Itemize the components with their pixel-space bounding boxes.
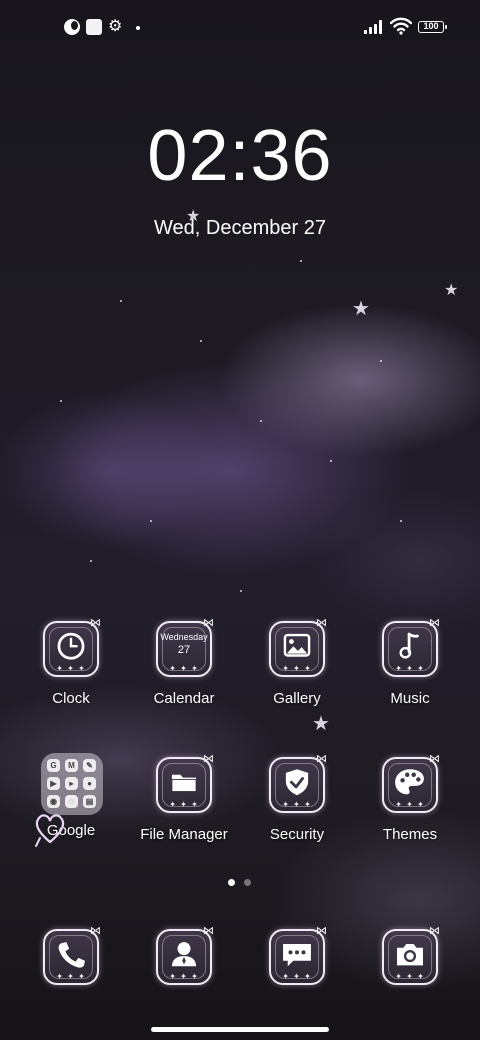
gallery-icon: ⋈ ✦ ✦ ✦ — [269, 618, 327, 677]
calendar-date: 27 — [177, 644, 191, 656]
app-clock[interactable]: ⋈ ✦ ✦ ✦ Clock — [16, 618, 126, 731]
app-label: Calendar — [153, 690, 215, 707]
camera-icon: ⋈ ✦ ✦ ✦ — [382, 926, 440, 985]
music-icon: ⋈ ✦ ✦ ✦ — [382, 618, 440, 677]
app-gallery[interactable]: ⋈ ✦ ✦ ✦ Gallery — [242, 618, 352, 731]
sparkle — [240, 590, 242, 592]
gear-icon: ⚙ — [108, 18, 123, 35]
google-folder-icon: G M ✎ ▶ ▸ ● ◉ ◌ ▤ — [41, 753, 103, 815]
folder-app-icon: M — [65, 759, 78, 772]
app-label: Security — [269, 826, 325, 843]
square-icon — [86, 19, 102, 35]
battery-icon: 100 — [418, 21, 447, 33]
folder-app-icon: ▶ — [47, 777, 60, 790]
signal-icon — [364, 20, 386, 34]
folder-app-icon: ● — [83, 777, 96, 790]
app-calendar[interactable]: ⋈ Wednesday 27 ✦ ✦ ✦ Calendar — [129, 618, 239, 731]
battery-level: 100 — [423, 21, 439, 31]
heart-decoration — [35, 814, 65, 847]
dock-messages[interactable]: ⋈ ✦ ✦ ✦ — [242, 926, 352, 1039]
sparkle — [60, 400, 62, 402]
dock-camera[interactable]: ⋈ ✦ ✦ ✦ — [355, 926, 465, 1039]
calendar-icon: ⋈ Wednesday 27 ✦ ✦ ✦ — [156, 618, 214, 677]
messages-icon: ⋈ ✦ ✦ ✦ — [269, 926, 327, 985]
sparkle — [300, 260, 302, 262]
page-indicator-dot[interactable] — [244, 879, 251, 886]
app-label: File Manager — [140, 826, 228, 843]
wifi-icon — [390, 17, 412, 35]
app-label: Music — [390, 690, 430, 707]
app-label: Themes — [382, 826, 438, 843]
folder-app-icon: ◌ — [65, 795, 78, 808]
sparkle — [330, 460, 332, 462]
folder-app-icon: ✎ — [83, 759, 96, 772]
app-google-folder[interactable]: G M ✎ ▶ ▸ ● ◉ ◌ ▤ Google — [14, 753, 124, 863]
lockscreen-time[interactable]: 02:36 — [0, 116, 480, 196]
sparkle — [380, 360, 382, 362]
sparkle — [120, 300, 122, 302]
palette-icon: ⋈ ✦ ✦ ✦ — [382, 754, 440, 813]
contacts-icon: ⋈ ✦ ✦ ✦ — [156, 926, 214, 985]
folder-app-icon: ▸ — [65, 777, 78, 790]
home-gesture-handle[interactable] — [151, 1027, 329, 1032]
moon-icon — [64, 19, 80, 35]
dock-contacts[interactable]: ⋈ ✦ ✦ ✦ — [129, 926, 239, 1039]
sparkle — [200, 340, 202, 342]
calendar-day: Wednesday — [160, 632, 208, 642]
shield-check-icon: ⋈ ✦ ✦ ✦ — [269, 754, 327, 813]
sparkle — [90, 560, 92, 562]
star-decoration: ★ — [444, 282, 459, 299]
dock-phone[interactable]: ⋈ ✦ ✦ ✦ — [16, 926, 126, 1039]
lockscreen-date[interactable]: Wed, December 27 — [0, 215, 480, 241]
app-music[interactable]: ⋈ ✦ ✦ ✦ Music — [355, 618, 465, 731]
folder-app-icon: ◉ — [47, 795, 60, 808]
app-file-manager[interactable]: ⋈ ✦ ✦ ✦ File Manager — [129, 754, 239, 867]
sparkle — [400, 520, 402, 522]
folder-app-icon: G — [47, 759, 60, 772]
app-security[interactable]: ⋈ ✦ ✦ ✦ Security — [242, 754, 352, 867]
sparkle — [260, 420, 262, 422]
page-indicator-dot-active[interactable] — [228, 879, 235, 886]
folder-icon: ⋈ ✦ ✦ ✦ — [156, 754, 214, 813]
clock-icon: ⋈ ✦ ✦ ✦ — [43, 618, 101, 677]
folder-app-icon: ▤ — [83, 795, 96, 808]
sparkle — [150, 520, 152, 522]
dot-icon — [136, 26, 140, 30]
app-label: Google — [46, 822, 96, 839]
app-label: Clock — [52, 690, 90, 707]
app-label: Gallery — [273, 690, 321, 707]
phone-icon: ⋈ ✦ ✦ ✦ — [43, 926, 101, 985]
app-themes[interactable]: ⋈ ✦ ✦ ✦ Themes — [355, 754, 465, 867]
star-decoration: ★ — [352, 298, 370, 320]
